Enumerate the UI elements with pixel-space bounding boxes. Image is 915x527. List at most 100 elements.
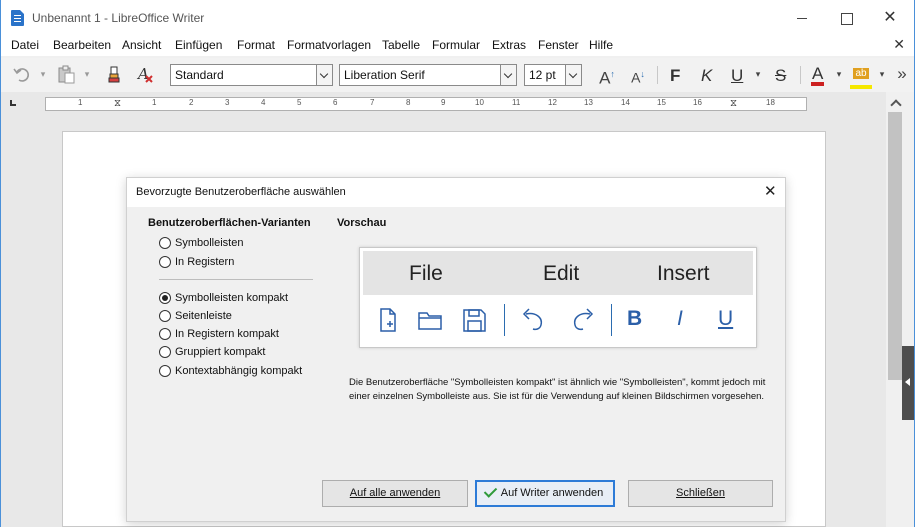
grow-font-icon[interactable]: A↑ — [596, 64, 618, 88]
chevron-down-icon[interactable] — [500, 65, 516, 85]
radio-button[interactable] — [159, 237, 171, 249]
menu-hilfe[interactable]: Hilfe — [589, 38, 613, 52]
ui-preview: File Edit Insert B I U — [359, 247, 757, 348]
chevron-down-icon[interactable] — [565, 65, 581, 85]
radio-button[interactable] — [159, 346, 171, 358]
toolbar-overflow-button[interactable]: » — [894, 64, 910, 84]
menu-einfuegen[interactable]: Einfügen — [175, 38, 222, 52]
preview-menu-bar: File Edit Insert — [363, 251, 753, 295]
radio-button[interactable] — [159, 328, 171, 340]
radio-button[interactable] — [159, 256, 171, 268]
menu-formatvorlagen[interactable]: Formatvorlagen — [287, 38, 371, 52]
dialog-close-icon[interactable]: ✕ — [764, 182, 777, 200]
bold-button[interactable]: F — [670, 66, 680, 86]
close-document-button[interactable]: ✕ — [893, 36, 905, 53]
tab-stop-icon[interactable] — [10, 100, 16, 106]
ruler-number: 1 — [152, 98, 157, 107]
radio-symbolleisten-kompakt[interactable]: Symbolleisten kompakt — [159, 290, 288, 306]
preview-separator — [611, 304, 612, 336]
ruler-number: 6 — [333, 98, 338, 107]
ruler-number: 15 — [657, 98, 666, 107]
menu-fenster[interactable]: Fenster — [538, 38, 579, 52]
ruler-number: 1 — [78, 98, 83, 107]
title-bar: Unbenannt 1 - LibreOffice Writer ✕ — [1, 0, 914, 36]
close-window-button[interactable]: ✕ — [875, 6, 905, 30]
radio-button[interactable] — [159, 365, 171, 377]
undo-icon — [517, 305, 547, 335]
horizontal-ruler[interactable]: 1 ⧖ 1 2 3 4 5 6 7 8 9 10 11 12 13 14 15 … — [45, 97, 807, 111]
ruler-number: 11 — [512, 98, 521, 107]
ruler-area: 1 ⧖ 1 2 3 4 5 6 7 8 9 10 11 12 13 14 15 … — [1, 92, 886, 116]
radio-seitenleiste[interactable]: Seitenleiste — [159, 308, 232, 324]
clear-formatting-icon[interactable]: A — [135, 64, 157, 84]
paragraph-style-combo[interactable]: Standard — [170, 64, 333, 86]
apply-to-all-button[interactable]: Auf alle anwenden — [322, 480, 468, 507]
radio-in-registern-kompakt[interactable]: In Registern kompakt — [159, 326, 279, 342]
undo-icon[interactable] — [11, 64, 33, 84]
grow-font-label: A — [599, 68, 611, 88]
font-name-value: Liberation Serif — [344, 68, 425, 82]
writer-app-icon — [11, 10, 24, 26]
sidebar-toggle-tab[interactable] — [902, 346, 914, 420]
chevron-down-icon[interactable] — [316, 65, 332, 85]
left-indent-marker-icon[interactable]: ⧖ — [114, 98, 121, 109]
maximize-button[interactable] — [831, 6, 861, 30]
radio-button-selected[interactable] — [159, 292, 171, 304]
shrink-font-icon[interactable]: A↓ — [627, 64, 649, 86]
strikethrough-button[interactable]: S — [775, 66, 786, 86]
menu-tabelle[interactable]: Tabelle — [382, 38, 420, 52]
apply-to-all-label: Auf alle anwenden — [349, 487, 441, 499]
font-color-button[interactable]: A — [811, 65, 825, 86]
radio-label: Kontextabhängig kompakt — [175, 365, 303, 377]
ruler-number: 16 — [693, 98, 702, 107]
undo-dropdown-icon[interactable]: ▾ — [37, 64, 49, 84]
underline-dropdown-icon[interactable]: ▾ — [753, 64, 763, 84]
font-size-combo[interactable]: 12 pt — [524, 64, 582, 86]
apply-to-writer-button[interactable]: Auf Writer anwenden — [475, 480, 615, 507]
preview-menu-file: File — [409, 262, 443, 285]
toolbar-separator — [657, 66, 658, 84]
preview-separator — [504, 304, 505, 336]
font-name-combo[interactable]: Liberation Serif — [339, 64, 517, 86]
menu-format[interactable]: Format — [237, 38, 275, 52]
ruler-number: 18 — [766, 98, 775, 107]
radio-button[interactable] — [159, 310, 171, 322]
paste-icon[interactable] — [55, 64, 77, 84]
highlight-color-button[interactable]: ab — [850, 64, 872, 89]
menu-datei[interactable]: Datei — [11, 38, 39, 52]
menu-ansicht[interactable]: Ansicht — [122, 38, 161, 52]
ruler-number: 12 — [548, 98, 557, 107]
radio-symbolleisten[interactable]: Symbolleisten — [159, 235, 243, 251]
menu-formular[interactable]: Formular — [432, 38, 480, 52]
radio-label: Seitenleiste — [175, 310, 232, 322]
ruler-number: 14 — [621, 98, 630, 107]
preview-underline-icon: U — [718, 307, 734, 330]
right-indent-marker-icon[interactable]: ⧖ — [730, 98, 737, 109]
radio-kontextabhaengig-kompakt[interactable]: Kontextabhängig kompakt — [159, 363, 302, 379]
ui-picker-dialog: Bevorzugte Benutzeroberfläche auswählen … — [126, 177, 786, 522]
minimize-button[interactable] — [787, 6, 817, 30]
paste-dropdown-icon[interactable]: ▾ — [81, 64, 93, 84]
italic-button[interactable]: K — [701, 66, 712, 86]
radio-in-registern[interactable]: In Registern — [159, 254, 234, 270]
highlight-dropdown-icon[interactable]: ▾ — [877, 64, 887, 84]
save-icon — [459, 305, 489, 335]
ruler-number: 2 — [189, 98, 194, 107]
menu-bearbeiten[interactable]: Bearbeiten — [53, 38, 111, 52]
underline-button[interactable]: U — [731, 66, 743, 86]
clone-formatting-icon[interactable] — [105, 64, 127, 84]
menu-extras[interactable]: Extras — [492, 38, 526, 52]
scrollbar-thumb[interactable] — [888, 112, 902, 380]
checkmark-icon — [483, 484, 497, 498]
radio-gruppiert-kompakt[interactable]: Gruppiert kompakt — [159, 344, 265, 360]
dialog-title-bar: Bevorzugte Benutzeroberfläche auswählen … — [127, 178, 785, 207]
preview-menu-insert: Insert — [657, 262, 710, 285]
ruler-number: 3 — [225, 98, 230, 107]
radio-label: Gruppiert kompakt — [175, 346, 266, 358]
font-color-dropdown-icon[interactable]: ▾ — [834, 64, 844, 84]
formatting-toolbar: ▾ ▾ A Standard Liberation Serif 12 pt A↑… — [1, 58, 914, 92]
preview-menu-edit: Edit — [543, 262, 580, 285]
close-button[interactable]: Schließen — [628, 480, 773, 507]
radio-label: In Registern — [175, 256, 235, 268]
scroll-up-icon[interactable] — [889, 96, 901, 108]
